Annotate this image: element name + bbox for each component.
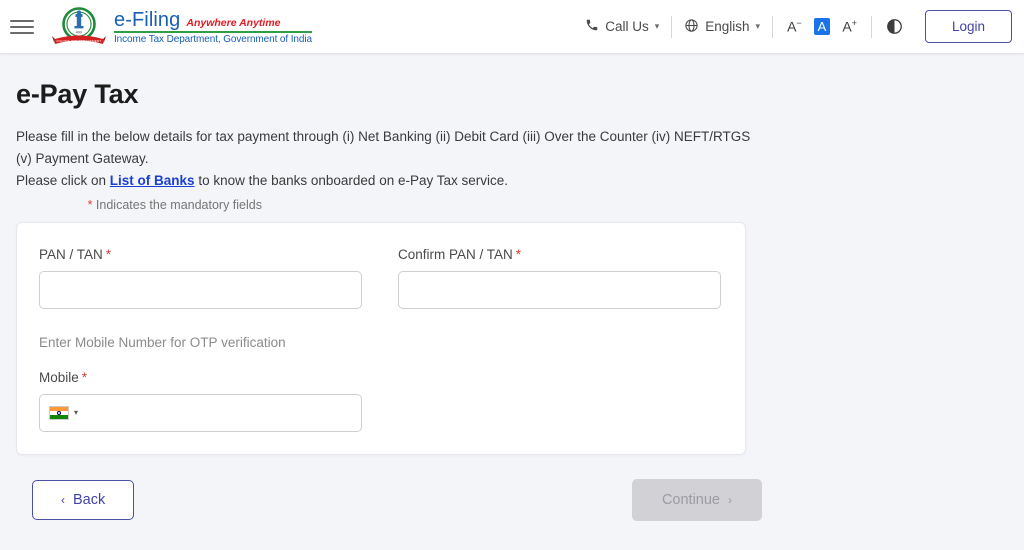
globe-icon <box>684 18 699 36</box>
brand-tagline: Anywhere Anytime <box>186 16 281 29</box>
pan-input[interactable] <box>39 270 362 309</box>
language-menu[interactable]: English ▾ <box>672 18 772 36</box>
required-asterisk: * <box>105 246 112 262</box>
epay-tax-form-card: PAN / TAN * Confirm PAN / TAN * Enter Mobi… <box>16 221 746 455</box>
page-title: e-Pay Tax <box>16 79 139 109</box>
contrast-toggle-icon[interactable] <box>872 18 917 35</box>
font-size-increase-button[interactable]: A+ <box>842 18 857 35</box>
header-actions: Call Us ▾ English ▾ A− A A+ Login <box>573 10 1012 43</box>
call-us-menu[interactable]: Call Us ▾ <box>573 18 671 35</box>
otp-verification-note: Enter Mobile Number for OTP verification <box>39 334 286 350</box>
page-description: Please fill in the below details for tax… <box>16 126 751 192</box>
india-flag-icon <box>49 405 69 420</box>
brand-subtitle: Income Tax Department, Government of Ind… <box>114 33 312 45</box>
chevron-down-icon: ▾ <box>755 21 761 31</box>
required-asterisk: * <box>515 246 522 262</box>
app-header: भारत INCOME TAX DEPARTMENT e-Filing Anyw… <box>0 0 1024 53</box>
font-size-controls: A− A A+ <box>773 18 871 35</box>
required-asterisk: * <box>81 369 88 385</box>
language-label: English <box>705 19 750 34</box>
hamburger-bar <box>10 19 34 22</box>
hamburger-bar <box>10 25 34 28</box>
mobile-field-group: Mobile * ▾ <box>39 370 362 432</box>
continue-button[interactable]: Continue › <box>631 478 762 521</box>
page-content: e-Pay Tax Please fill in the below detai… <box>0 53 1024 521</box>
hamburger-menu-icon[interactable] <box>10 16 40 38</box>
mandatory-note-text: Indicates the mandatory fields <box>92 197 262 212</box>
phone-icon <box>585 18 599 35</box>
description-line-1: Please fill in the below details for tax… <box>16 129 751 166</box>
mandatory-fields-note: * Indicates the mandatory fields <box>16 198 262 212</box>
confirm-pan-field-group: Confirm PAN / TAN * <box>398 247 721 309</box>
mobile-input[interactable] <box>39 393 362 432</box>
india-income-tax-emblem: भारत INCOME TAX DEPARTMENT <box>50 5 108 49</box>
svg-text:INCOME TAX DEPARTMENT: INCOME TAX DEPARTMENT <box>56 39 101 43</box>
brand-logo[interactable]: भारत INCOME TAX DEPARTMENT e-Filing Anyw… <box>50 5 312 49</box>
mobile-label: Mobile * <box>39 369 88 385</box>
back-button[interactable]: ‹ Back <box>32 479 135 520</box>
form-actions: ‹ Back Continue › <box>32 478 762 521</box>
list-of-banks-link[interactable]: List of Banks <box>110 173 195 188</box>
confirm-pan-label: Confirm PAN / TAN * <box>398 246 522 262</box>
country-code-selector[interactable]: ▾ <box>49 394 78 432</box>
brand-name: e-Filing <box>114 8 181 31</box>
font-size-decrease-button[interactable]: A− <box>787 18 802 35</box>
hamburger-bar <box>10 31 34 34</box>
login-button[interactable]: Login <box>924 10 1012 43</box>
description-prefix: Please click on <box>16 172 110 188</box>
chevron-down-icon: ▾ <box>654 21 660 31</box>
chevron-right-icon: › <box>728 492 732 507</box>
confirm-pan-input[interactable] <box>398 270 721 309</box>
svg-text:भारत: भारत <box>76 30 82 34</box>
pan-label: PAN / TAN * <box>39 246 112 262</box>
pan-row: PAN / TAN * Confirm PAN / TAN * <box>39 247 723 309</box>
chevron-left-icon: ‹ <box>61 492 65 507</box>
call-us-label: Call Us <box>605 19 649 34</box>
chevron-down-icon: ▾ <box>74 408 79 418</box>
font-size-normal-button[interactable]: A <box>813 18 831 35</box>
description-line-2: Please click on List of Banks to know th… <box>16 170 751 192</box>
back-button-label: Back <box>73 491 106 508</box>
description-suffix: to know the banks onboarded on e-Pay Tax… <box>194 172 509 188</box>
pan-field-group: PAN / TAN * <box>39 247 362 309</box>
continue-button-label: Continue <box>661 491 720 508</box>
